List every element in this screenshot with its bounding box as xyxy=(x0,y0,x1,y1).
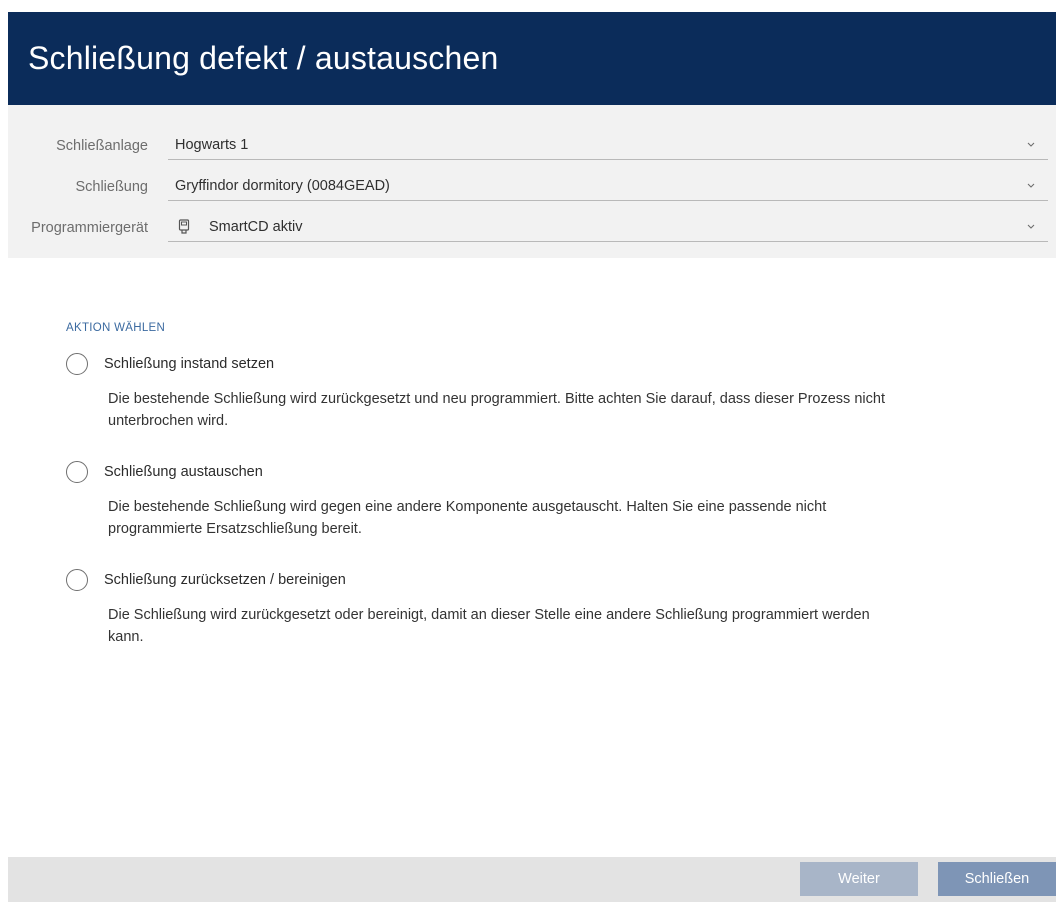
option-austauschen-radio-row[interactable]: Schließung austauschen xyxy=(66,460,1056,484)
radio-button[interactable] xyxy=(66,569,88,591)
form-row-schliessanlage: Schließanlage Hogwarts 1 xyxy=(8,125,1056,166)
close-button[interactable]: Schließen xyxy=(938,862,1056,896)
radio-button[interactable] xyxy=(66,353,88,375)
option-label: Schließung instand setzen xyxy=(104,356,275,372)
schliessung-label: Schließung xyxy=(75,178,148,195)
option-zuruecksetzen-radio-row[interactable]: Schließung zurücksetzen / bereinigen xyxy=(66,568,1056,592)
dialog-window: Schließung defekt / austauschen Schließa… xyxy=(8,12,1056,902)
form-area: Schließanlage Hogwarts 1 Schließung Gryf… xyxy=(8,105,1056,258)
option-description: Die Schließung wird zurückgesetzt oder b… xyxy=(108,607,870,645)
schliessung-value: Gryffindor dormitory (0084GEAD) xyxy=(175,178,390,194)
chevron-down-icon xyxy=(1027,142,1035,147)
option-label: Schließung zurücksetzen / bereinigen xyxy=(104,572,346,588)
programmiergeraet-value: SmartCD aktiv xyxy=(209,219,303,235)
action-content: AKTION WÄHLEN Schließung instand setzen … xyxy=(8,258,1056,858)
dialog-footer: Weiter Schließen xyxy=(8,857,1056,902)
action-heading: AKTION WÄHLEN xyxy=(66,322,166,334)
title-bar: Schließung defekt / austauschen xyxy=(8,12,1056,105)
smartcd-device-icon xyxy=(178,219,190,234)
schliessung-select[interactable]: Gryffindor dormitory (0084GEAD) xyxy=(168,173,1048,201)
form-row-programmiergeraet: Programmiergerät SmartCD aktiv xyxy=(8,207,1056,248)
next-button[interactable]: Weiter xyxy=(800,862,918,896)
radio-button[interactable] xyxy=(66,461,88,483)
option-instand-setzen: Schließung instand setzen Die bestehende… xyxy=(66,352,1056,432)
option-description: Die bestehende Schließung wird zurückges… xyxy=(108,391,885,429)
chevron-down-icon xyxy=(1027,183,1035,188)
programmiergeraet-label: Programmiergerät xyxy=(31,219,148,236)
option-austauschen: Schließung austauschen Die bestehende Sc… xyxy=(66,460,1056,540)
option-zuruecksetzen: Schließung zurücksetzen / bereinigen Die… xyxy=(66,568,1056,648)
chevron-down-icon xyxy=(1027,224,1035,229)
form-row-schliessung: Schließung Gryffindor dormitory (0084GEA… xyxy=(8,166,1056,207)
option-instand-setzen-radio-row[interactable]: Schließung instand setzen xyxy=(66,352,1056,376)
schliessanlage-value: Hogwarts 1 xyxy=(175,137,249,153)
programmiergeraet-select[interactable]: SmartCD aktiv xyxy=(168,214,1048,242)
option-description: Die bestehende Schließung wird gegen ein… xyxy=(108,499,827,537)
schliessanlage-label: Schließanlage xyxy=(56,137,148,154)
schliessanlage-select[interactable]: Hogwarts 1 xyxy=(168,132,1048,160)
option-label: Schließung austauschen xyxy=(104,464,263,480)
dialog-title: Schließung defekt / austauschen xyxy=(28,40,499,76)
